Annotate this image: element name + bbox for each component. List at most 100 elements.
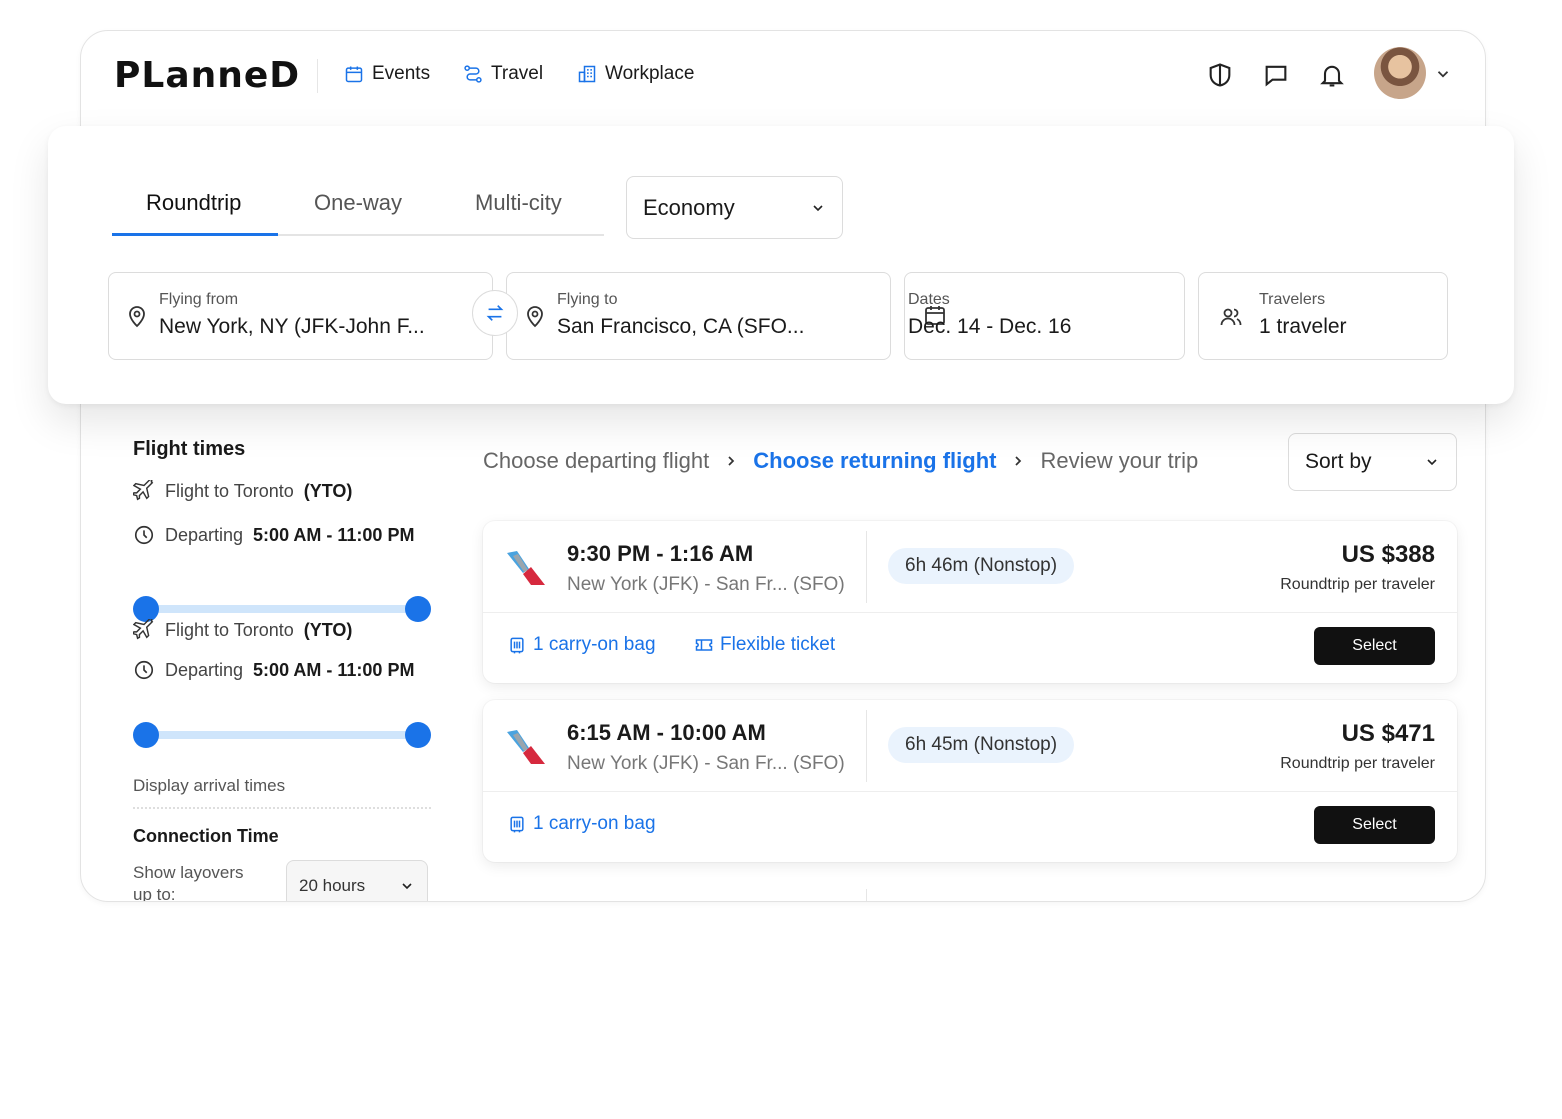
carry-on-bag-link[interactable]: 1 carry-on bag (507, 634, 656, 656)
flight-times: 9:30 PM - 1:16 AM (567, 541, 754, 566)
american-airlines-logo-icon (507, 551, 545, 585)
brand-logo[interactable]: PLanneD (114, 55, 300, 96)
nav-item-travel[interactable]: Travel (463, 63, 543, 85)
shield-icon[interactable] (1206, 61, 1234, 89)
users-icon (1220, 308, 1242, 326)
field-label: Travelers (1259, 291, 1326, 308)
breadcrumb-step-review[interactable]: Review your trip (1040, 448, 1198, 474)
breadcrumb-step-returning[interactable]: Choose returning flight (753, 448, 996, 474)
travelers-field[interactable]: Travelers 1 traveler (1198, 272, 1448, 360)
flight-prefix: Flight to Toronto (165, 619, 294, 640)
building-icon (578, 65, 596, 83)
slider-max-handle[interactable] (405, 596, 431, 622)
field-value: 1 traveler (1259, 315, 1347, 338)
card-divider (866, 710, 867, 782)
tab-roundtrip[interactable]: Roundtrip (146, 190, 241, 216)
perk-label: Flexible ticket (720, 634, 836, 655)
field-value: San Francisco, CA (SFO... (557, 315, 805, 338)
card-divider (483, 612, 1457, 613)
flight-result-card[interactable]: 9:30 PM - 1:16 AM New York (JFK) - San F… (483, 521, 1457, 683)
field-label: Flying from (159, 291, 239, 308)
chevron-right-icon (1015, 456, 1022, 466)
cabin-class-select[interactable]: Economy (626, 176, 843, 239)
section-divider (133, 807, 431, 809)
flight-route: New York (JFK) - San Fr... (SFO) (567, 753, 845, 774)
layover-label: Show layovers up to: (133, 863, 244, 902)
layover-select[interactable]: 20 hours (286, 860, 428, 901)
avatar[interactable] (1374, 47, 1426, 99)
swap-airports-button[interactable] (472, 290, 518, 336)
slider-max-handle[interactable] (405, 722, 431, 748)
swap-arrows-icon (486, 305, 504, 321)
card-divider (483, 791, 1457, 792)
flight-code: (YTO) (303, 619, 353, 640)
flexible-ticket-link[interactable]: Flexible ticket (694, 634, 835, 656)
price-note: Roundtrip per traveler (1280, 576, 1435, 593)
nav-item-label: Workplace (605, 63, 695, 84)
chevron-down-icon (1427, 459, 1437, 466)
chevron-down-icon (813, 204, 823, 211)
sort-by-label: Sort by (1305, 450, 1372, 473)
flight-times: 6:15 AM - 10:00 AM (567, 720, 766, 745)
perk-label: 1 carry-on bag (533, 813, 656, 834)
nav-item-workplace[interactable]: Workplace (577, 63, 694, 85)
slider-min-handle[interactable] (133, 722, 159, 748)
cabin-class-value: Economy (643, 194, 735, 220)
clock-icon (134, 525, 154, 545)
nav-item-events[interactable]: Events (344, 63, 430, 85)
layover-value: 20 hours (299, 876, 366, 895)
carry-on-bag-link[interactable]: 1 carry-on bag (507, 813, 656, 835)
chevron-right-icon (728, 456, 735, 466)
chevron-down-icon[interactable] (1434, 65, 1452, 83)
flight-route: New York (JFK) - San Fr... (SFO) (567, 574, 845, 595)
active-tab-indicator (112, 233, 278, 236)
slider-track (145, 605, 419, 613)
slider-track (145, 731, 419, 739)
flight-prefix: Flight to Toronto (165, 480, 294, 501)
calendar-icon (345, 66, 363, 83)
tab-multi-city[interactable]: Multi-city (475, 190, 562, 216)
nav-item-label: Events (372, 63, 431, 84)
chevron-down-icon (402, 883, 412, 890)
breadcrumb-step-departing[interactable]: Choose departing flight (483, 448, 709, 474)
duration-badge: 6h 46m (Nonstop) (888, 548, 1075, 584)
flight-price: US $471 (1341, 720, 1435, 747)
tab-one-way[interactable]: One-way (314, 190, 402, 216)
departing-range: 5:00 AM - 11:00 PM (253, 524, 415, 545)
filter-departing-label: Departing 5:00 AM - 11:00 PM (133, 524, 414, 546)
chat-icon[interactable] (1262, 61, 1290, 89)
nav-divider (317, 59, 318, 93)
trip-type-tabs: Roundtrip One-way Multi-city (112, 178, 604, 236)
bell-icon[interactable] (1318, 61, 1346, 89)
sort-by-select[interactable]: Sort by (1288, 433, 1457, 491)
clock-icon (134, 660, 154, 680)
next-card-divider (866, 889, 867, 901)
select-flight-button[interactable]: Select (1314, 806, 1435, 844)
flight-result-card[interactable]: 6:15 AM - 10:00 AM New York (JFK) - San … (483, 700, 1457, 862)
departing-prefix: Departing (165, 524, 244, 545)
filter-departing-label: Departing 5:00 AM - 11:00 PM (133, 659, 414, 681)
perk-label: 1 carry-on bag (533, 634, 656, 655)
flying-from-field[interactable]: Flying from New York, NY (JFK-John F... (108, 272, 493, 360)
luggage-icon (510, 816, 524, 833)
dates-field[interactable]: Dates Dec. 14 - Dec. 16 (904, 272, 1185, 360)
filter-flight-label: Flight to Toronto (YTO) (133, 480, 352, 502)
flight-search-panel: Roundtrip One-way Multi-city Economy Fly… (48, 126, 1514, 404)
field-value: New York, NY (JFK-John F... (159, 315, 425, 338)
departing-time-slider[interactable] (133, 722, 431, 748)
breadcrumb: Choose departing flight Choose returning… (483, 448, 1198, 474)
flight-price: US $388 (1341, 541, 1435, 568)
location-pin-icon (527, 306, 543, 328)
departing-range: 5:00 AM - 11:00 PM (253, 659, 415, 680)
airplane-icon (133, 480, 154, 501)
display-arrival-times-link[interactable]: Display arrival times (133, 776, 285, 796)
select-flight-button[interactable]: Select (1314, 627, 1435, 665)
ticket-icon (695, 639, 713, 651)
location-pin-icon (129, 306, 145, 328)
connection-time-title: Connection Time (133, 826, 279, 846)
filter-flight-label: Flight to Toronto (YTO) (133, 619, 352, 641)
flying-to-field[interactable]: Flying to San Francisco, CA (SFO... (506, 272, 891, 360)
flight-code: (YTO) (303, 480, 353, 501)
route-icon (464, 65, 482, 83)
field-label: Flying to (557, 291, 618, 308)
